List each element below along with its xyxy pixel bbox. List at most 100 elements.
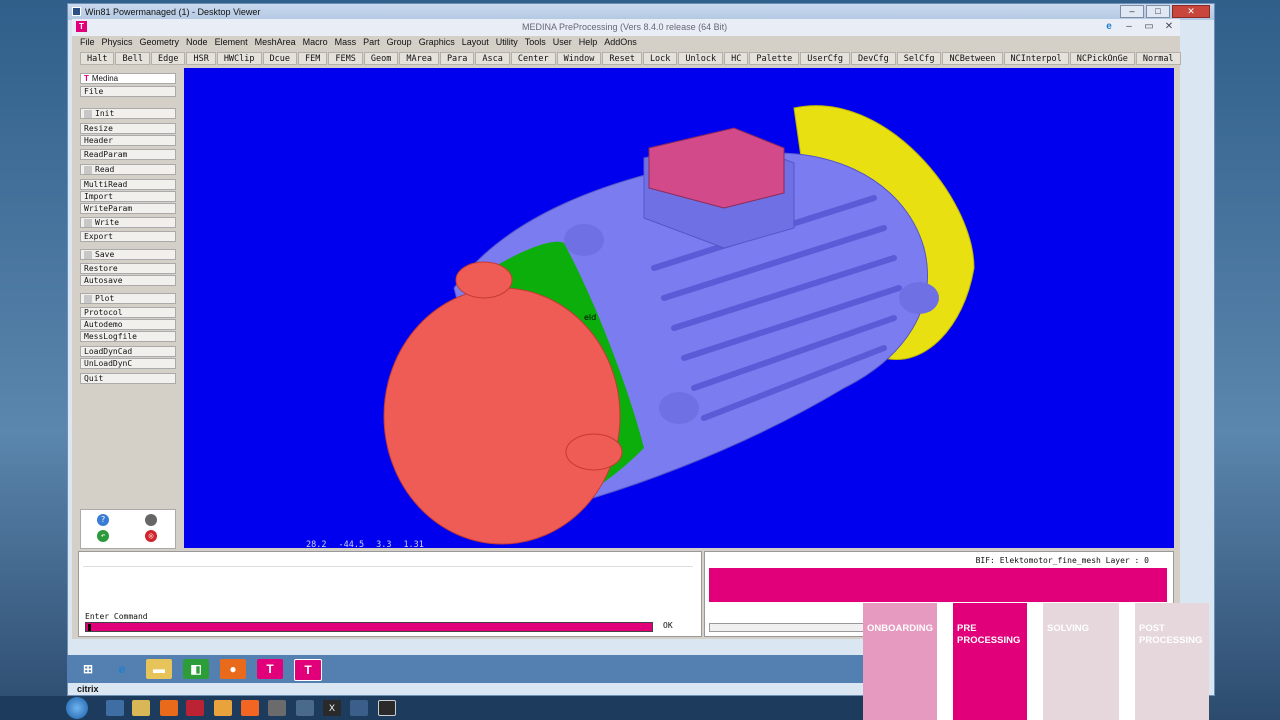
app-restore-button[interactable]: ▭ bbox=[1142, 21, 1156, 32]
menu-mass[interactable]: Mass bbox=[335, 37, 357, 51]
stop-icon[interactable]: ◎ bbox=[145, 530, 157, 542]
menu-help[interactable]: Help bbox=[579, 37, 598, 51]
toolbar-dcue-button[interactable]: Dcue bbox=[262, 52, 298, 65]
menu-node[interactable]: Node bbox=[186, 37, 208, 51]
toolbar-fems-button[interactable]: FEMS bbox=[328, 52, 363, 65]
panel-item-label: Autosave bbox=[84, 276, 123, 285]
app-close-button[interactable]: ✕ bbox=[1162, 21, 1176, 32]
panel-item-autosave[interactable]: Autosave bbox=[80, 275, 176, 286]
toolbar-hc-button[interactable]: HC bbox=[724, 52, 749, 65]
panel-item-read[interactable]: Read bbox=[80, 164, 176, 175]
taskbar-icon-7[interactable] bbox=[268, 700, 286, 716]
toolbar-selcfg-button[interactable]: SelCfg bbox=[896, 52, 942, 65]
toolbar-lock-button[interactable]: Lock bbox=[642, 52, 678, 65]
windows-start-button[interactable] bbox=[66, 697, 88, 719]
taskbar-folder-icon[interactable] bbox=[132, 700, 150, 716]
toolbar-hsr-button[interactable]: HSR bbox=[186, 52, 216, 65]
toolbar-geom-button[interactable]: Geom bbox=[363, 52, 399, 65]
ie-icon[interactable]: e bbox=[109, 659, 135, 679]
firefox-icon[interactable]: ● bbox=[220, 659, 246, 679]
toolbar-hwclip-button[interactable]: HWClip bbox=[216, 52, 262, 65]
command-input[interactable] bbox=[85, 622, 653, 632]
menu-addons[interactable]: AddOns bbox=[604, 37, 637, 51]
toolbar-normal-button[interactable]: Normal bbox=[1135, 52, 1181, 65]
record-icon[interactable] bbox=[145, 514, 157, 526]
taskbar-icon-11[interactable] bbox=[378, 700, 396, 716]
taskbar-icon-8[interactable] bbox=[296, 700, 314, 716]
menu-element[interactable]: Element bbox=[215, 37, 248, 51]
menu-utility[interactable]: Utility bbox=[496, 37, 518, 51]
menu-tools[interactable]: Tools bbox=[525, 37, 546, 51]
menu-geometry[interactable]: Geometry bbox=[140, 37, 180, 51]
panel-item-restore[interactable]: Restore bbox=[80, 263, 176, 274]
toolbar-asca-button[interactable]: Asca bbox=[475, 52, 510, 65]
menu-user[interactable]: User bbox=[553, 37, 572, 51]
panel-item-header[interactable]: Header bbox=[80, 135, 176, 146]
graphics-viewport[interactable]: eld 28.2 -44.5 3.3 1.31 bbox=[184, 68, 1174, 548]
help-icon[interactable]: ? bbox=[97, 514, 109, 526]
toolbar-usercfg-button[interactable]: UserCfg bbox=[800, 52, 851, 65]
toolbar-window-button[interactable]: Window bbox=[556, 52, 602, 65]
menu-group[interactable]: Group bbox=[387, 37, 412, 51]
toolbar-palette-button[interactable]: Palette bbox=[749, 52, 800, 65]
menu-part[interactable]: Part bbox=[363, 37, 380, 51]
toolbar-edge-button[interactable]: Edge bbox=[150, 52, 186, 65]
explorer-icon[interactable]: ▬ bbox=[146, 659, 172, 679]
toolbar-bell-button[interactable]: Bell bbox=[115, 52, 150, 65]
store-icon[interactable]: ◧ bbox=[183, 659, 209, 679]
toolbar-fem-button[interactable]: FEM bbox=[298, 52, 328, 65]
panel-item-plot[interactable]: Plot bbox=[80, 293, 176, 304]
toolbar-para-button[interactable]: Para bbox=[439, 52, 475, 65]
minimize-button[interactable]: – bbox=[1120, 5, 1144, 18]
panel-item-autodemo[interactable]: Autodemo bbox=[80, 319, 176, 330]
start-tiles-icon[interactable]: ⊞ bbox=[75, 659, 101, 679]
taskbar-icon-5[interactable] bbox=[214, 700, 232, 716]
toolbar-unlock-button[interactable]: Unlock bbox=[678, 52, 724, 65]
taskbar-firefox-icon[interactable] bbox=[160, 700, 178, 716]
taskbar-icon-1[interactable] bbox=[106, 700, 124, 716]
toolbar-devcfg-button[interactable]: DevCfg bbox=[851, 52, 896, 65]
app-minimize-button[interactable]: – bbox=[1122, 21, 1136, 32]
panel-item-export[interactable]: Export bbox=[80, 231, 176, 242]
horizontal-scrollbar[interactable] bbox=[709, 623, 865, 632]
panel-item-init[interactable]: Init bbox=[80, 108, 176, 119]
panel-item-unloaddync[interactable]: UnLoadDynC bbox=[80, 358, 176, 369]
toolbar-marea-button[interactable]: MArea bbox=[399, 52, 439, 65]
panel-item-file[interactable]: File bbox=[80, 86, 176, 97]
ie-icon[interactable]: e bbox=[1102, 21, 1116, 32]
panel-item-messlogfile[interactable]: MessLogfile bbox=[80, 331, 176, 342]
panel-item-readparam[interactable]: ReadParam bbox=[80, 149, 176, 160]
panel-item-write[interactable]: Write bbox=[80, 217, 176, 228]
taskbar-icon-10[interactable] bbox=[350, 700, 368, 716]
maximize-button[interactable]: □ bbox=[1146, 5, 1170, 18]
medina-task-icon-2[interactable]: T bbox=[294, 659, 322, 681]
toolbar-center-button[interactable]: Center bbox=[510, 52, 556, 65]
undo-icon[interactable]: ↶ bbox=[97, 530, 109, 542]
panel-item-loaddyncad[interactable]: LoadDynCad bbox=[80, 346, 176, 357]
toolbar-reset-button[interactable]: Reset bbox=[602, 52, 642, 65]
taskbar-x-icon[interactable]: X bbox=[323, 700, 341, 716]
menu-mesharea[interactable]: MeshArea bbox=[255, 37, 296, 51]
panel-item-protocol[interactable]: Protocol bbox=[80, 307, 176, 318]
toolbar-ncpickonge-button[interactable]: NCPickOnGe bbox=[1069, 52, 1135, 65]
panel-item-save[interactable]: Save bbox=[80, 249, 176, 260]
toolbar-halt-button[interactable]: Halt bbox=[80, 52, 115, 65]
toolbar-ncinterpol-button[interactable]: NCInterpol bbox=[1003, 52, 1069, 65]
toolbar-ncbetween-button[interactable]: NCBetween bbox=[942, 52, 1003, 65]
panel-item-quit[interactable]: Quit bbox=[80, 373, 176, 384]
panel-item-writeparam[interactable]: WriteParam bbox=[80, 203, 176, 214]
panel-item-resize[interactable]: Resize bbox=[80, 123, 176, 134]
menu-file[interactable]: File bbox=[80, 37, 95, 51]
write-icon bbox=[84, 218, 92, 227]
close-button[interactable]: ✕ bbox=[1172, 5, 1210, 18]
menu-macro[interactable]: Macro bbox=[303, 37, 328, 51]
taskbar-icon-4[interactable] bbox=[186, 700, 204, 716]
panel-item-multiread[interactable]: MultiRead bbox=[80, 179, 176, 190]
ok-button[interactable]: OK bbox=[663, 621, 673, 630]
menu-physics[interactable]: Physics bbox=[102, 37, 133, 51]
medina-task-icon-1[interactable]: T bbox=[257, 659, 283, 679]
menu-graphics[interactable]: Graphics bbox=[419, 37, 455, 51]
taskbar-icon-6[interactable] bbox=[241, 700, 259, 716]
menu-layout[interactable]: Layout bbox=[462, 37, 489, 51]
panel-item-import[interactable]: Import bbox=[80, 191, 176, 202]
